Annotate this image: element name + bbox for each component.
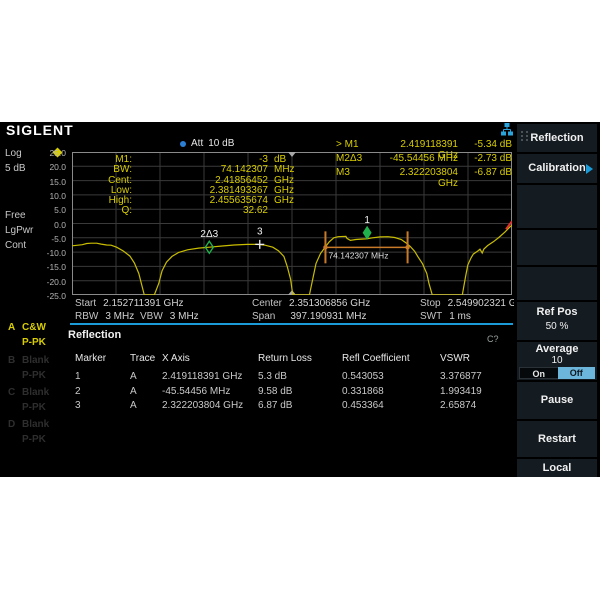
vbw-value: VBW3 MHz [140, 311, 199, 322]
marker-readout-m2d3: M2Δ3-45.54456 MHz-2.73 dB [336, 153, 512, 164]
sidebar-empty-cell [517, 267, 597, 300]
ref-pos-button[interactable]: Ref Pos 50 % [517, 302, 597, 340]
att-value: 10 dB [208, 138, 234, 149]
menu-grip-dots [521, 131, 529, 141]
table-header-row: MarkerTraceX AxisReturn LossRefl Coeffic… [0, 353, 520, 366]
toggle-on[interactable]: On [519, 367, 558, 379]
average-value: 10 [517, 355, 597, 366]
rbw-value: RBW3 MHz [75, 311, 134, 322]
average-button[interactable]: Average 10 On Off [517, 342, 597, 380]
toggle-off[interactable]: Off [558, 367, 596, 379]
att-status-dot-icon [180, 141, 186, 147]
stop-freq: Stop2.549902321 GHz [420, 298, 529, 309]
pause-button[interactable]: Pause [517, 382, 597, 419]
analyzer-screen: SIGLENT Att 10 dB Log 5 dB Free LgPwr Co… [0, 122, 600, 477]
menu-title: Reflection [517, 124, 597, 152]
scale-label: 5 dB [5, 163, 26, 174]
average-on-off-toggle: On Off [519, 367, 595, 379]
swt-value: SWT1 ms [420, 311, 471, 322]
siglent-logo: SIGLENT [6, 122, 74, 138]
svg-text:74.142307 MHz: 74.142307 MHz [328, 250, 388, 260]
sidebar-empty-cell [517, 185, 597, 228]
svg-text:2Δ3: 2Δ3 [200, 229, 218, 240]
table-title: Reflection [68, 329, 121, 341]
calibration-button[interactable]: Calibration [517, 154, 597, 183]
attenuation-readout: Att 10 dB [180, 138, 234, 149]
table-row: 1A2.419118391 GHz5.3 dB0.5430533.376877 [0, 371, 520, 384]
start-freq: Start2.152711391 GHz [75, 298, 184, 309]
ref-pos-value: 50 % [517, 318, 597, 332]
marker-readout-m3: M32.322203804 GHz-6.87 dB [336, 167, 512, 189]
sweep-mode-label: Cont [5, 240, 26, 251]
cal-indicator: C? [487, 334, 499, 344]
sidebar-empty-cell [517, 230, 597, 265]
svg-text:3: 3 [257, 226, 263, 237]
section-divider [70, 323, 513, 325]
y-axis-labels: 25.020.015.010.05.00.0-5.0-10.0-15.0-20.… [34, 152, 68, 295]
svg-text:1: 1 [364, 215, 370, 226]
span-value: Span397.190931 MHz [252, 311, 367, 322]
table-row: 2A-45.54456 MHz9.58 dB0.3318681.993419 [0, 386, 520, 399]
att-label: Att [191, 138, 203, 149]
marker-bw-info-panel: M1:-3dB BW:74.142307MHz Cent:2.41856452G… [90, 155, 320, 217]
table-row: 3A2.322203804 GHz6.87 dB0.4533642.65874 [0, 400, 520, 413]
amp-type-label: Log [5, 148, 22, 159]
power-mode-label: LgPwr [5, 225, 33, 236]
trigger-label: Free [5, 210, 26, 221]
submenu-arrow-icon [586, 164, 593, 174]
soft-menu-sidebar: Reflection Calibration Ref Pos 50 % Aver… [514, 122, 600, 477]
center-freq: Center2.351306856 GHz [252, 298, 370, 309]
restart-button[interactable]: Restart [517, 421, 597, 457]
local-button[interactable]: Local [517, 459, 597, 477]
